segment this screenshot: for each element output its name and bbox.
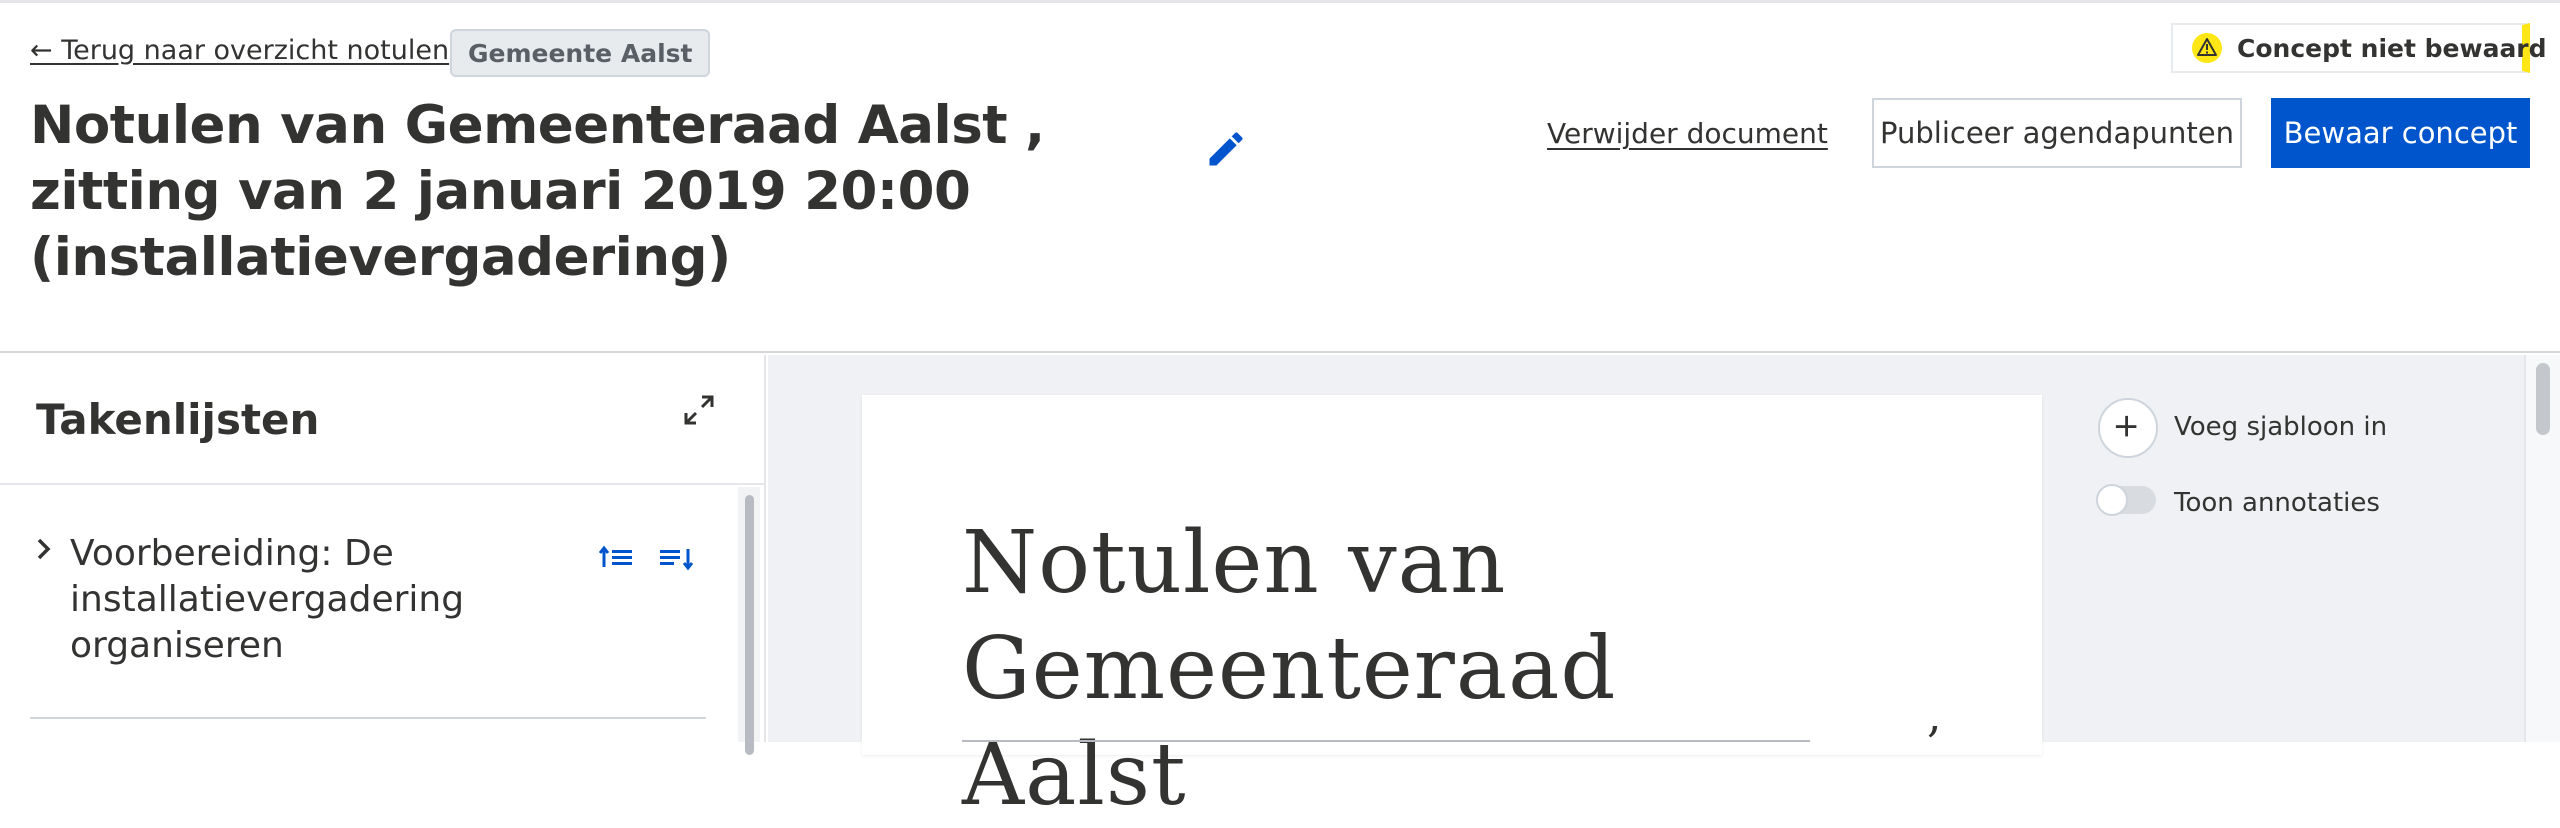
annotations-toggle-label: Toon annotaties (2174, 488, 2380, 518)
page-header: ← Terug naar overzicht notulen Gemeente … (0, 3, 2560, 353)
add-icon[interactable] (2098, 398, 2158, 458)
sort-descending-icon[interactable] (658, 543, 696, 571)
sidebar-header: Takenlijsten (0, 355, 764, 485)
save-concept-button[interactable]: Bewaar concept (2271, 98, 2530, 168)
sidebar-scrollbar[interactable] (738, 487, 760, 755)
document-page[interactable]: Notulen van Gemeenteraad Aalst , (862, 395, 2042, 825)
tasklists-sidebar: Takenlijsten Voorbereiding: De installat… (0, 355, 766, 755)
editor-scrollbar[interactable] (2524, 355, 2560, 742)
task-label: Voorbereiding: De installatievergadering… (70, 533, 465, 666)
sidebar-title: Takenlijsten (36, 395, 320, 444)
sort-ascending-icon[interactable] (598, 543, 636, 571)
document-title[interactable]: Notulen van Gemeenteraad Aalst (962, 510, 1862, 828)
toggle-knob (2096, 484, 2128, 516)
sidebar-scrollbar-thumb[interactable] (745, 495, 754, 755)
insert-template-button[interactable]: Voeg sjabloon in (2174, 412, 2387, 442)
pencil-icon[interactable] (1204, 127, 1248, 171)
publish-agenda-items-button[interactable]: Publiceer agendapunten (1872, 98, 2242, 168)
status-text: Concept niet bewaard (2237, 33, 2547, 63)
chevron-right-icon[interactable] (34, 537, 54, 561)
organization-pill: Gemeente Aalst (450, 29, 711, 77)
delete-document-link[interactable]: Verwijder document (1547, 117, 1828, 150)
page-title: Notulen van Gemeenteraad Aalst , zitting… (30, 95, 1045, 288)
document-title-comma: , (1927, 688, 1942, 742)
expand-icon[interactable] (680, 391, 718, 429)
back-to-overview-link[interactable]: ← Terug naar overzicht notulen (30, 35, 449, 66)
editor-scrollbar-thumb[interactable] (2536, 363, 2550, 435)
task-list-item[interactable]: Voorbereiding: De installatievergadering… (30, 487, 706, 719)
unsaved-status-alert: Concept niet bewaard (2171, 23, 2547, 73)
annotations-toggle[interactable] (2096, 484, 2156, 516)
warning-icon (2191, 32, 2223, 64)
